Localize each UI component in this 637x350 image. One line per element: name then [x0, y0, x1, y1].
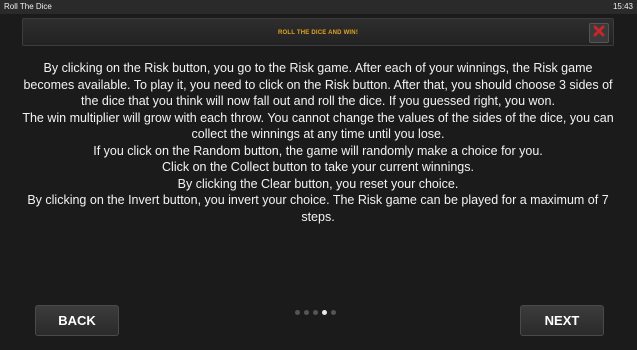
rules-paragraph-random: If you click on the Random button, the g…: [93, 143, 543, 158]
window-title: Roll The Dice: [4, 2, 52, 11]
page-dot[interactable]: [313, 309, 318, 315]
rules-text: By clicking on the Risk button, you go t…: [22, 60, 614, 260]
page-indicator: [295, 309, 355, 315]
page-dot[interactable]: [295, 309, 300, 315]
page-dot[interactable]: [331, 309, 336, 315]
page-dot[interactable]: [304, 309, 309, 315]
close-button[interactable]: [589, 23, 609, 43]
status-clock: 15:43: [612, 2, 633, 11]
back-button[interactable]: BACK: [35, 305, 119, 336]
rules-paragraph-clear: By clicking the Clear button, you reset …: [177, 176, 459, 191]
status-bar: Roll The Dice 15:43: [0, 0, 637, 14]
rules-paragraph-invert: By clicking on the Invert button, you in…: [27, 193, 609, 224]
page-dot[interactable]: [322, 309, 327, 315]
rules-paragraph-risk: By clicking on the Risk button, you go t…: [23, 61, 613, 108]
close-icon: [593, 24, 605, 42]
rules-paragraph-collect: Click on the Collect button to take your…: [162, 160, 474, 174]
rules-paragraph-multiplier: The win multiplier will grow with each t…: [22, 110, 614, 142]
dialog-header: ROLL THE DICE AND WIN!: [22, 18, 614, 46]
dialog-title: ROLL THE DICE AND WIN!: [277, 30, 359, 36]
next-button[interactable]: NEXT: [520, 305, 604, 336]
